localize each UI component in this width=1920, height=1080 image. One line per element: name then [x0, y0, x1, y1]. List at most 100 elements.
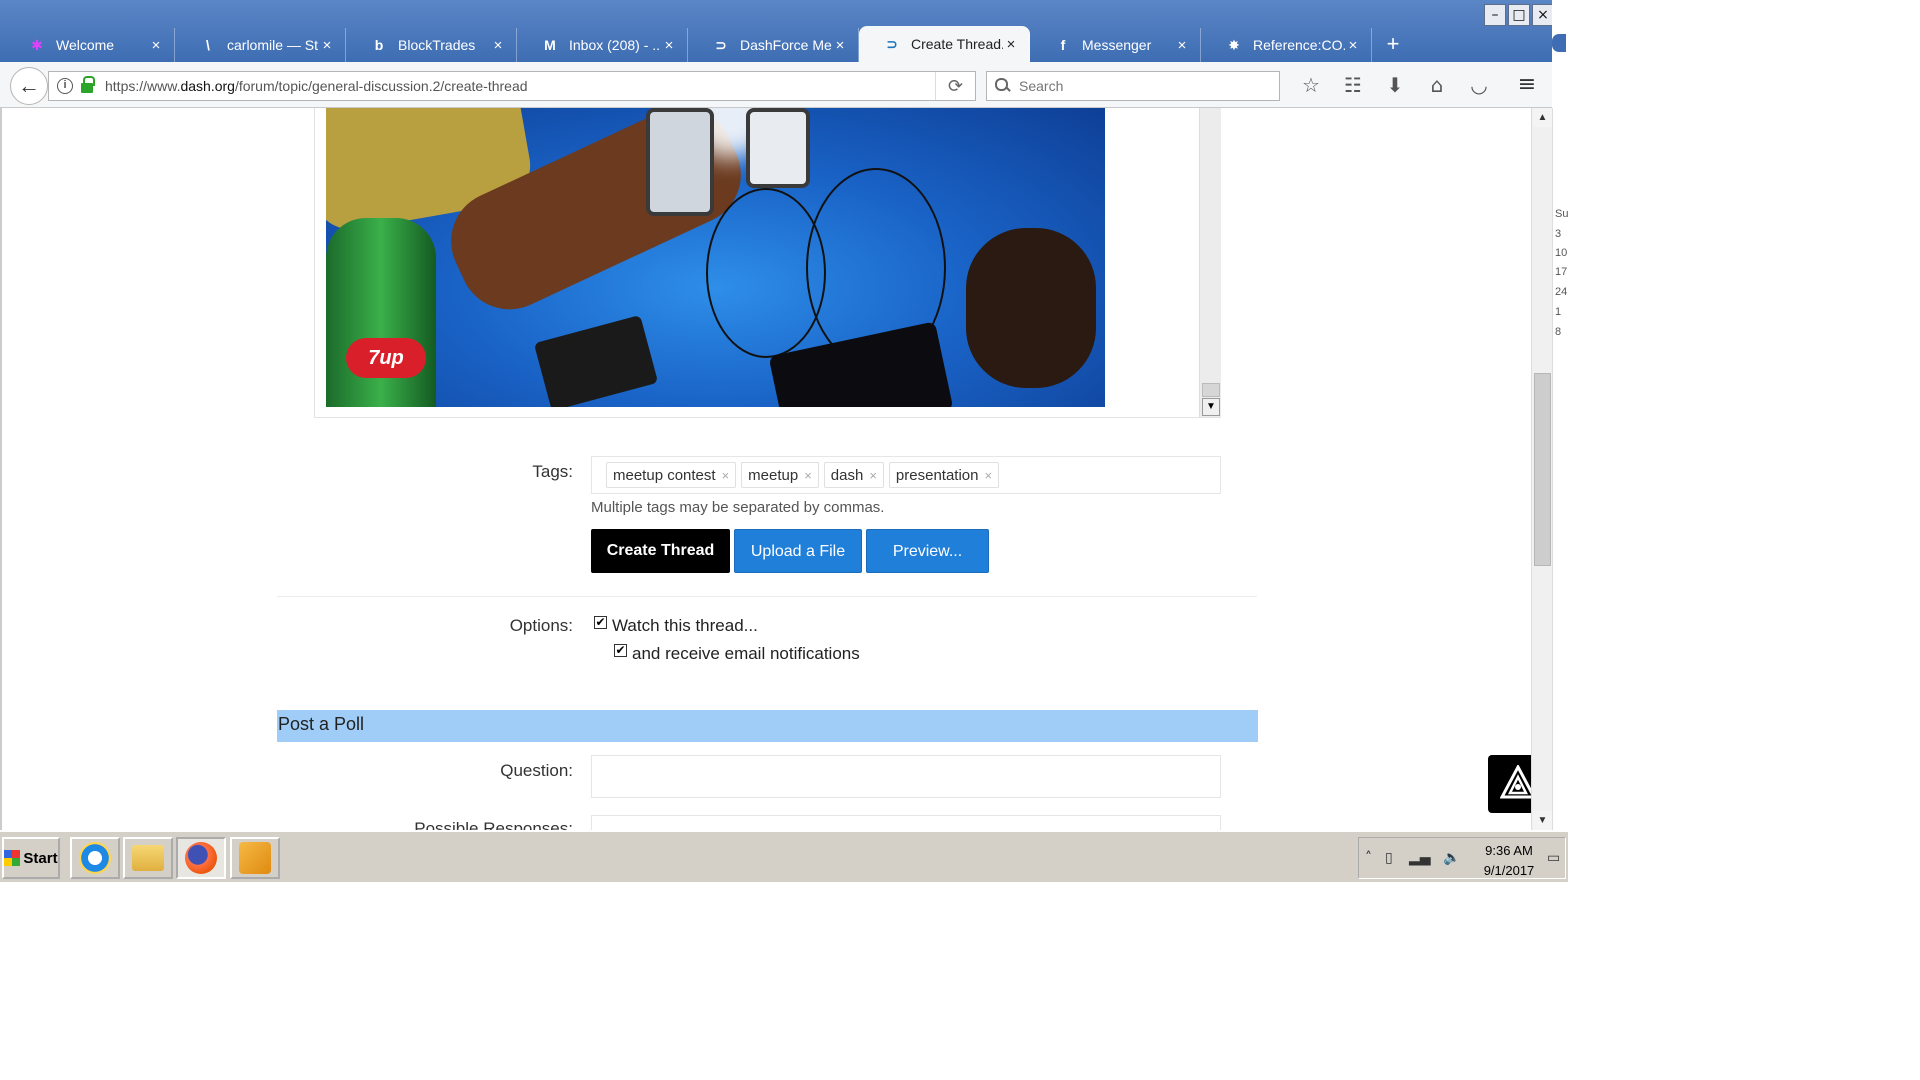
tab-label: Inbox (208) - ...: [569, 37, 661, 53]
search-box[interactable]: [986, 71, 1280, 101]
tags-input[interactable]: meetup contest × meetup × dash × presentation ×: [591, 456, 1221, 494]
poll-question-input[interactable]: [591, 755, 1221, 798]
back-arrow-icon: ←: [18, 73, 40, 98]
photo-smartphone: [646, 108, 714, 216]
close-tab-icon[interactable]: ×: [832, 37, 848, 54]
close-tab-icon[interactable]: ×: [661, 37, 677, 54]
photo-bottle-label: 7up: [346, 338, 426, 378]
email-notifications-checkbox[interactable]: ✔: [614, 644, 627, 657]
email-notifications-label[interactable]: and receive email notifications: [632, 644, 860, 664]
clock-date: 9/1/2017: [1483, 863, 1535, 878]
taskbar-clock[interactable]: 9:36 AM 9/1/2017: [1466, 841, 1552, 881]
remove-tag-icon[interactable]: ×: [869, 468, 877, 483]
dash-icon: ⊃: [715, 36, 727, 53]
remove-tag-icon[interactable]: ×: [722, 468, 730, 483]
url-text[interactable]: https://www.dash.org/forum/topic/general…: [105, 78, 935, 94]
reading-list-icon[interactable]: ☷: [1332, 70, 1374, 100]
toolbar-icons: ☆ ☷ ⬇ ⌂ ◡: [1290, 70, 1500, 100]
scroll-down-arrow-icon[interactable]: ▼: [1533, 811, 1552, 830]
tag-chip: presentation ×: [888, 462, 1000, 488]
bookmark-star-icon[interactable]: ☆: [1290, 70, 1332, 100]
tab-4[interactable]: ⊃ DashForce Me...×: [688, 28, 859, 62]
message-editor[interactable]: 7up ▼: [314, 108, 1221, 418]
editor-scrollbar[interactable]: ▼: [1199, 108, 1221, 417]
left-edge: [0, 108, 2, 830]
editor-scroll-thumb[interactable]: [1202, 383, 1220, 397]
windows-logo-icon: [4, 850, 21, 866]
close-tab-icon[interactable]: ×: [1345, 37, 1361, 54]
site-info-icon[interactable]: i: [57, 78, 73, 94]
scroll-up-arrow-icon[interactable]: ▲: [1533, 108, 1552, 127]
close-tab-icon[interactable]: ×: [319, 37, 335, 54]
tab-7[interactable]: ✸ Reference:CO... ×: [1201, 28, 1372, 62]
calendar-number: 24: [1555, 286, 1568, 298]
outlook-icon: [239, 842, 271, 874]
maximize-icon[interactable]: □: [1508, 4, 1530, 26]
calendar-number: 1: [1555, 306, 1562, 318]
steemit-icon: \: [206, 37, 210, 53]
tag-text: meetup: [748, 466, 799, 484]
watch-thread-label[interactable]: Watch this thread...: [612, 616, 758, 636]
outlook-button[interactable]: [230, 837, 280, 879]
navigation-bar: ← i https://www.dash.org/forum/topic/gen…: [0, 62, 1552, 108]
firefox-button[interactable]: [176, 837, 226, 879]
close-window-icon[interactable]: ×: [1532, 4, 1554, 26]
show-hidden-icons-icon[interactable]: ˄: [1365, 850, 1372, 866]
clock-time: 9:36 AM: [1485, 843, 1533, 858]
tag-chip: meetup contest ×: [606, 462, 737, 488]
tab-label: DashForce Me...: [740, 37, 832, 53]
poll-section-header: Post a Poll: [277, 710, 1258, 742]
hamburger-menu-icon[interactable]: ≡: [1512, 70, 1542, 100]
preview-button[interactable]: Preview...: [866, 529, 989, 573]
calendar-number: Su: [1555, 208, 1568, 220]
search-input[interactable]: [1019, 78, 1269, 94]
calendar-number: 17: [1555, 266, 1568, 278]
upload-file-button[interactable]: Upload a File: [734, 529, 862, 573]
tab-label: BlockTrades: [398, 37, 476, 53]
tab-6[interactable]: f Messenger ×: [1030, 28, 1201, 62]
meetup-photo: 7up: [326, 108, 1105, 407]
page-content: 7up ▼ Tags: meetup contest × meetup × dash × p…: [0, 108, 1552, 830]
poll-response-input[interactable]: [591, 815, 1221, 830]
start-button[interactable]: Start: [2, 837, 60, 879]
photo-bottle: [326, 218, 436, 407]
internet-explorer-button[interactable]: [70, 837, 120, 879]
section-divider: [277, 596, 1257, 597]
tab-list: ✱Welcome×\carlomile — St...×bBlockTrades…: [4, 24, 1408, 62]
new-tab-icon[interactable]: +: [1378, 28, 1408, 62]
tags-hint: Multiple tags may be separated by commas…: [591, 499, 885, 516]
download-icon[interactable]: ⬇: [1374, 70, 1416, 100]
device-icon[interactable]: ▯: [1385, 850, 1393, 866]
file-explorer-button[interactable]: [123, 837, 173, 879]
tab-2[interactable]: b BlockTrades ×: [346, 28, 517, 62]
remove-tag-icon[interactable]: ×: [804, 468, 812, 483]
home-icon[interactable]: ⌂: [1416, 70, 1458, 100]
address-bar[interactable]: i https://www.dash.org/forum/topic/gener…: [48, 71, 976, 101]
tab-5[interactable]: ⊃ Create Thread... ×: [859, 26, 1030, 62]
page-scrollbar[interactable]: ▲ ▼: [1531, 108, 1552, 830]
reload-icon[interactable]: ⟳: [935, 72, 975, 100]
back-button[interactable]: ←: [10, 67, 48, 105]
scroll-down-arrow-icon[interactable]: ▼: [1202, 398, 1220, 416]
pocket-icon[interactable]: ◡: [1458, 70, 1500, 100]
tab-3[interactable]: M Inbox (208) - ... ×: [517, 28, 688, 62]
volume-muted-icon[interactable]: 🔈: [1443, 850, 1460, 866]
tab-label: Messenger: [1082, 37, 1152, 53]
close-tab-icon[interactable]: ×: [148, 37, 164, 54]
possible-responses-label: Possible Responses:: [414, 819, 573, 830]
create-thread-button[interactable]: Create Thread: [591, 529, 730, 573]
remove-tag-icon[interactable]: ×: [984, 468, 992, 483]
minimize-icon[interactable]: –: [1484, 4, 1506, 26]
watch-thread-checkbox[interactable]: ✔: [594, 616, 607, 629]
close-tab-icon[interactable]: ×: [1003, 36, 1019, 53]
photo-feature-phone: [533, 314, 659, 407]
reference-icon: ✸: [1228, 36, 1240, 53]
profile-icon[interactable]: [1552, 34, 1566, 52]
tab-label: Welcome: [56, 37, 115, 53]
tab-1[interactable]: \ carlomile — St...×: [175, 28, 346, 62]
close-tab-icon[interactable]: ×: [1174, 37, 1190, 54]
tab-0[interactable]: ✱ Welcome ×: [4, 28, 175, 62]
page-scroll-thumb[interactable]: [1534, 373, 1551, 566]
close-tab-icon[interactable]: ×: [490, 37, 506, 54]
network-signal-icon[interactable]: ▂▄: [1409, 850, 1431, 866]
